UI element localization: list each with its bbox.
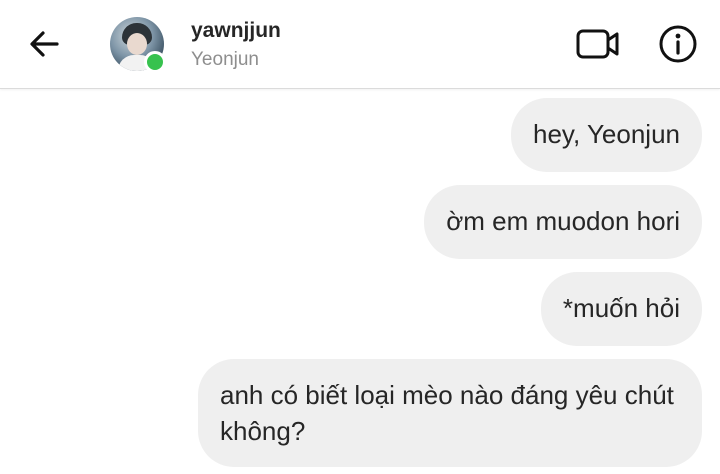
video-camera-icon <box>576 29 619 59</box>
online-status-indicator <box>144 51 166 73</box>
message-bubble[interactable]: hey, Yeonjun <box>511 98 702 172</box>
message-bubble[interactable]: ờm em muodon hori <box>424 185 702 259</box>
display-name: Yeonjun <box>191 49 259 70</box>
info-icon <box>659 25 697 63</box>
chat-header: yawnjjun Yeonjun <box>0 0 720 89</box>
user-info: yawnjjun Yeonjun <box>191 18 281 73</box>
back-button[interactable] <box>24 24 64 64</box>
chat-screen: yawnjjun Yeonjun hey, Yeonjun ờm em muod… <box>0 0 720 474</box>
message-bubble[interactable]: *muốn hỏi <box>540 272 702 346</box>
video-call-button[interactable] <box>574 24 622 64</box>
conversation-info-button[interactable] <box>656 23 700 65</box>
arrow-left-icon <box>30 31 59 57</box>
username[interactable]: yawnjjun <box>191 18 281 44</box>
profile-avatar-button[interactable] <box>110 17 166 73</box>
message-bubble[interactable]: anh có biết loại mèo nào đáng yêu chút k… <box>198 359 702 467</box>
message-list: hey, Yeonjun ờm em muodon hori *muốn hỏi… <box>0 88 720 474</box>
